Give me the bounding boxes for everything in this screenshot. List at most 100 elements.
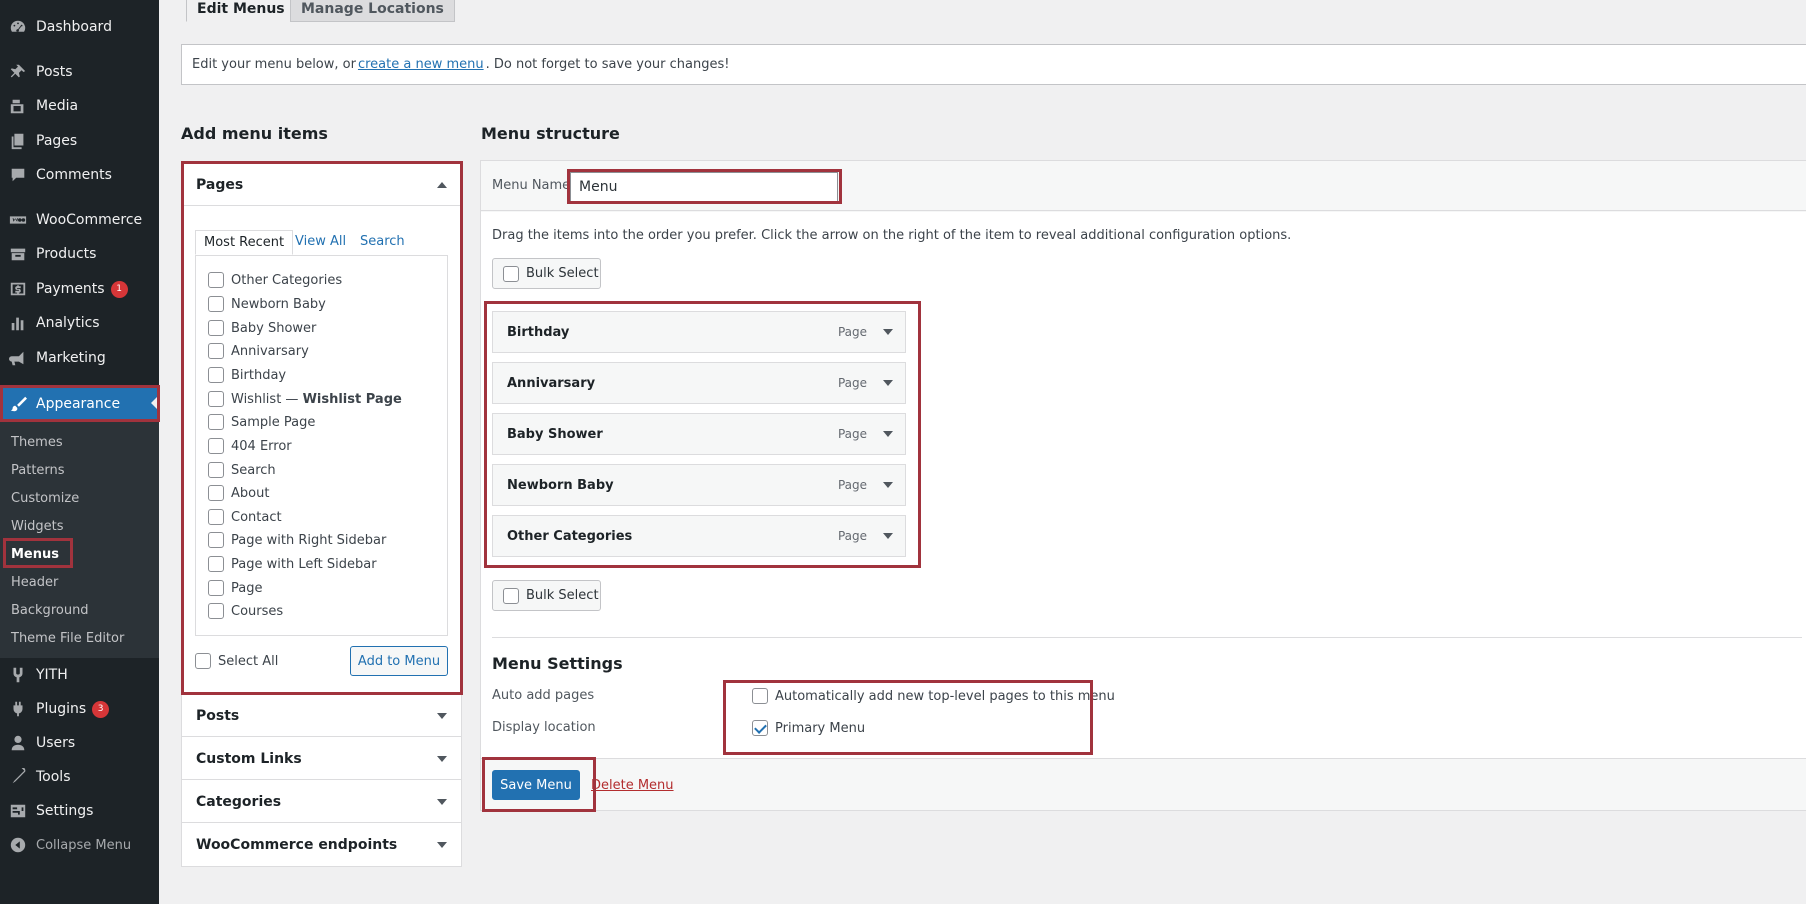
dashboard-icon: [0, 18, 36, 36]
sidebar-item-marketing[interactable]: Marketing: [0, 341, 159, 375]
page-checkbox-row[interactable]: Newborn Baby: [208, 296, 326, 312]
menu-item-toggle-icon[interactable]: [883, 329, 893, 335]
sidebar-item-media[interactable]: Media: [0, 89, 159, 123]
checkbox[interactable]: [208, 532, 224, 548]
primary-menu-checkbox[interactable]: [752, 720, 768, 736]
sidebar-item-woocommerce[interactable]: WooCommerce: [0, 203, 159, 237]
checkbox[interactable]: [208, 485, 224, 501]
sidebar-item-tools[interactable]: Tools: [0, 760, 159, 794]
tab-edit-menus[interactable]: Edit Menus: [186, 0, 296, 22]
save-menu-button[interactable]: Save Menu: [492, 770, 580, 800]
submenu-menus[interactable]: Menus: [11, 547, 59, 562]
custom-links-section-header[interactable]: Custom Links: [182, 738, 461, 780]
page-label: Baby Shower: [231, 320, 317, 336]
page-checkbox-row[interactable]: Page: [208, 580, 262, 596]
checkbox[interactable]: [208, 438, 224, 454]
tab-search[interactable]: Search: [360, 234, 405, 249]
tab-most-recent[interactable]: Most Recent: [195, 230, 294, 255]
menu-item-toggle-icon[interactable]: [883, 482, 893, 488]
checkbox[interactable]: [208, 391, 224, 407]
checkbox[interactable]: [503, 265, 519, 282]
woocommerce-endpoints-section-header[interactable]: WooCommerce endpoints: [182, 824, 461, 866]
sidebar-label: Dashboard: [36, 19, 112, 35]
page-checkbox-row[interactable]: Courses: [208, 603, 283, 619]
checkbox[interactable]: [208, 343, 224, 359]
page-checkbox-row[interactable]: 404 Error: [208, 438, 292, 454]
menu-item-toggle-icon[interactable]: [883, 380, 893, 386]
menu-item-annivarsary[interactable]: Annivarsary Page: [492, 362, 906, 404]
sidebar-item-appearance[interactable]: Appearance: [0, 386, 159, 422]
page-checkbox-row[interactable]: Baby Shower: [208, 320, 316, 336]
checkbox[interactable]: [208, 414, 224, 430]
submenu-customize[interactable]: Customize: [11, 491, 79, 506]
page-label: Birthday: [231, 367, 287, 383]
page-checkbox-row[interactable]: About: [208, 485, 269, 501]
page-checkbox-row[interactable]: Other Categories: [208, 272, 342, 288]
checkbox[interactable]: [208, 320, 224, 336]
sidebar-item-users[interactable]: Users: [0, 726, 159, 760]
page-checkbox-row[interactable]: Annivarsary: [208, 343, 309, 359]
sidebar-item-yith[interactable]: YITH: [0, 658, 159, 692]
menu-item-baby-shower[interactable]: Baby Shower Page: [492, 413, 906, 455]
page-label: Page with Right Sidebar: [231, 532, 387, 548]
page-checkbox-row[interactable]: Birthday: [208, 367, 286, 383]
checkbox[interactable]: [208, 296, 224, 312]
tab-view-all[interactable]: View All: [295, 234, 346, 249]
page-checkbox-row[interactable]: Wishlist — Wishlist Page: [208, 391, 402, 407]
sidebar-item-settings[interactable]: Settings: [0, 794, 159, 828]
checkbox[interactable]: [208, 603, 224, 619]
menu-item-toggle-icon[interactable]: [883, 431, 893, 437]
bulk-select-bottom[interactable]: Bulk Select: [492, 580, 601, 611]
sidebar-item-payments[interactable]: Payments 1: [0, 272, 159, 306]
page-checkbox-row[interactable]: Page with Right Sidebar: [208, 532, 386, 548]
sidebar-item-posts[interactable]: Posts: [0, 55, 159, 89]
add-to-menu-button[interactable]: Add to Menu: [350, 646, 448, 676]
sidebar-item-pages[interactable]: Pages: [0, 124, 159, 158]
select-all-row[interactable]: Select All: [195, 653, 278, 669]
sidebar-item-plugins[interactable]: Plugins 3: [0, 692, 159, 726]
page-label: 404 Error: [231, 438, 292, 454]
sidebar-item-products[interactable]: Products: [0, 237, 159, 271]
page-label: Other Categories: [231, 272, 343, 288]
checkbox[interactable]: [503, 587, 519, 604]
menu-item-other-categories[interactable]: Other Categories Page: [492, 515, 906, 557]
submenu-background[interactable]: Background: [11, 603, 89, 618]
sidebar-item-comments[interactable]: Comments: [0, 158, 159, 192]
menu-item-toggle-icon[interactable]: [883, 533, 893, 539]
sidebar-item-analytics[interactable]: Analytics: [0, 306, 159, 340]
posts-section-header[interactable]: Posts: [182, 695, 461, 737]
menu-item-newborn-baby[interactable]: Newborn Baby Page: [492, 464, 906, 506]
page-checkbox-row[interactable]: Contact: [208, 509, 282, 525]
page-checkbox-row[interactable]: Sample Page: [208, 414, 315, 430]
brush-icon: [0, 395, 36, 413]
delete-menu-link[interactable]: Delete Menu: [591, 778, 674, 793]
sidebar-item-dashboard[interactable]: Dashboard: [0, 10, 159, 44]
page-checkbox-row[interactable]: Search: [208, 462, 276, 478]
submenu-widgets[interactable]: Widgets: [11, 519, 64, 534]
menu-name-label: Menu Name: [492, 178, 571, 193]
menu-name-input[interactable]: [570, 172, 838, 202]
auto-add-checkbox[interactable]: [752, 688, 768, 704]
auto-add-row[interactable]: Automatically add new top-level pages to…: [752, 688, 1115, 704]
tab-manage-locations[interactable]: Manage Locations: [290, 0, 455, 22]
checkbox[interactable]: [208, 462, 224, 478]
submenu-themes[interactable]: Themes: [11, 435, 63, 450]
checkbox[interactable]: [208, 367, 224, 383]
bulk-select-top[interactable]: Bulk Select: [492, 258, 601, 289]
menu-item-birthday[interactable]: Birthday Page: [492, 311, 906, 353]
menu-footer: [481, 758, 1806, 810]
checkbox[interactable]: [208, 580, 224, 596]
pages-section-header[interactable]: Pages: [182, 164, 461, 206]
select-all-checkbox[interactable]: [195, 653, 211, 669]
collapse-menu-button[interactable]: Collapse Menu: [0, 828, 159, 862]
checkbox[interactable]: [208, 509, 224, 525]
create-new-menu-link[interactable]: create a new menu: [358, 57, 484, 72]
page-checkbox-row[interactable]: Page with Left Sidebar: [208, 556, 377, 572]
submenu-header[interactable]: Header: [11, 575, 58, 590]
primary-menu-row[interactable]: Primary Menu: [752, 720, 865, 736]
checkbox[interactable]: [208, 556, 224, 572]
submenu-patterns[interactable]: Patterns: [11, 463, 65, 478]
categories-section-header[interactable]: Categories: [182, 781, 461, 823]
checkbox[interactable]: [208, 272, 224, 288]
submenu-theme-file-editor[interactable]: Theme File Editor: [11, 631, 124, 646]
